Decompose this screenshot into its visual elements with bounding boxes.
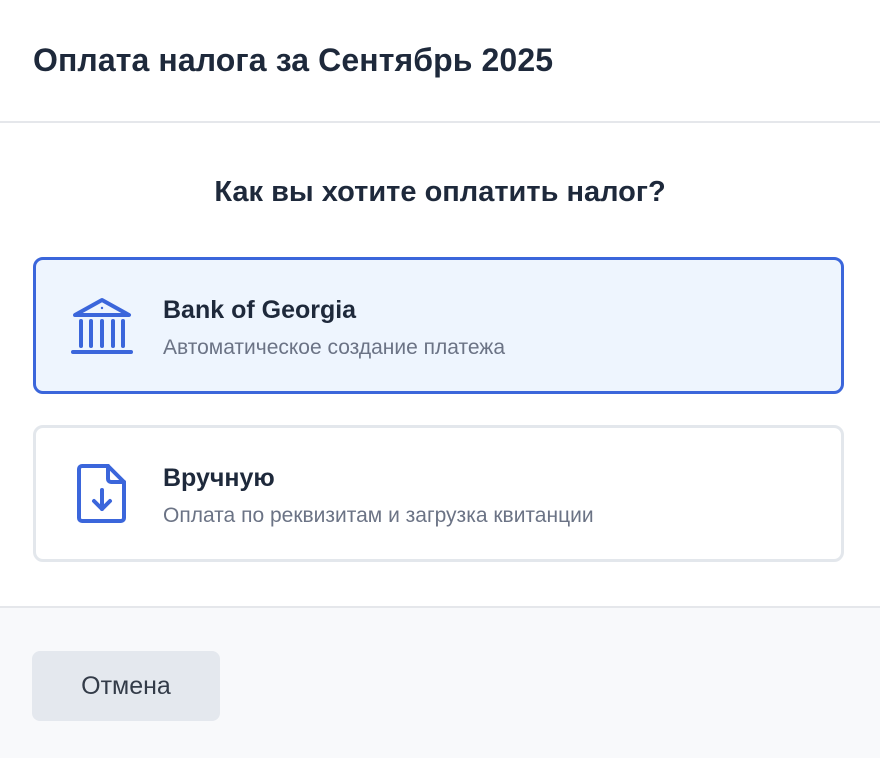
option-title: Bank of Georgia bbox=[163, 296, 357, 324]
modal-footer: Отмена bbox=[0, 606, 880, 758]
document-download-icon bbox=[77, 464, 126, 523]
option-subtitle: Оплата по реквизитам и загрузка квитанци… bbox=[163, 504, 594, 527]
option-title: Вручную bbox=[163, 464, 275, 492]
option-subtitle: Автоматическое создание платежа bbox=[163, 336, 506, 359]
payment-method-modal: Оплата налога за Сентябрь 2025 Как вы хо… bbox=[0, 0, 880, 758]
cancel-button[interactable]: Отмена bbox=[32, 651, 220, 721]
bank-icon bbox=[71, 298, 133, 354]
option-bank-of-georgia[interactable]: Bank of Georgia Автоматическое создание … bbox=[33, 257, 844, 394]
option-manual[interactable]: Вручную Оплата по реквизитам и загрузка … bbox=[33, 425, 844, 562]
payment-question: Как вы хотите оплатить налог? bbox=[214, 176, 666, 208]
modal-title: Оплата налога за Сентябрь 2025 bbox=[33, 42, 554, 78]
modal-header: Оплата налога за Сентябрь 2025 bbox=[0, 0, 880, 123]
